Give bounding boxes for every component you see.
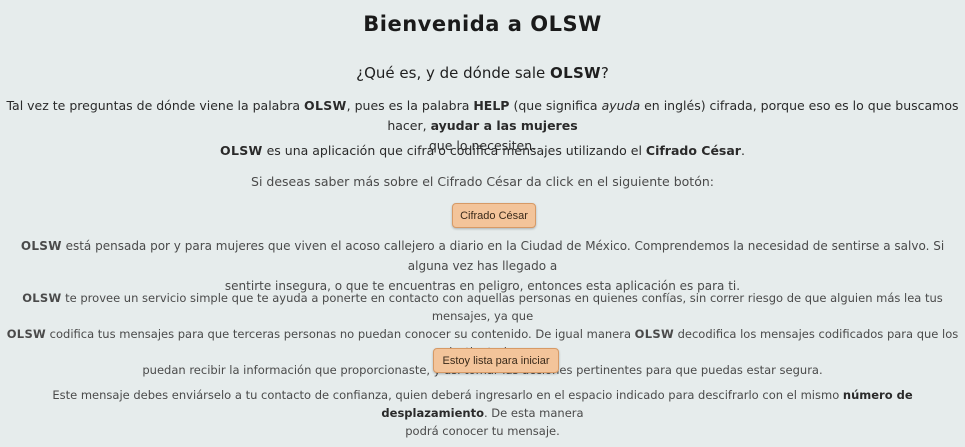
cifrado-cesar-button[interactable]: Cifrado César [452, 203, 536, 228]
brand-name: OLSW [22, 291, 62, 305]
service-text-line1: te provee un servicio simple que te ayud… [61, 291, 943, 323]
subtitle-brand: OLSW [550, 64, 601, 82]
brand-name: OLSW [304, 98, 347, 113]
footer-text-b: . De esta manera [484, 406, 584, 420]
about-text-line1: está pensada por y para mujeres que vive… [61, 239, 945, 273]
brand-name: OLSW [220, 143, 263, 158]
brand-name: OLSW [20, 239, 62, 253]
intro-text-b: , pues es la palabra [346, 98, 474, 113]
about-paragraph: OLSW está pensada por y para mujeres que… [0, 236, 965, 296]
welcome-page: Bienvenida a OLSW ¿Qué es, y de dónde sa… [0, 0, 965, 447]
intro-emphasis: ayudar a las mujeres [430, 118, 578, 133]
page-title: Bienvenida a OLSW [363, 12, 602, 36]
subtitle-text-post: ? [600, 64, 609, 82]
intro-text-a: Tal vez te preguntas de dónde viene la p… [6, 98, 305, 113]
brand-name: OLSW [6, 327, 47, 341]
ayuda-word: ayuda [601, 98, 641, 113]
app-text-a: es una aplicación que cifra o codifica m… [262, 143, 646, 158]
intro-paragraph-more: Si deseas saber más sobre el Cifrado Cés… [251, 174, 714, 189]
app-text-b: . [740, 143, 745, 158]
help-word: HELP [473, 98, 510, 113]
cifrado-cesar-emphasis: Cifrado César [645, 143, 741, 158]
subtitle-text-pre: ¿Qué es, y de dónde sale [356, 64, 551, 82]
page-subtitle: ¿Qué es, y de dónde sale OLSW? [0, 64, 965, 82]
footer-paragraph: Este mensaje debes enviárselo a tu conta… [0, 386, 965, 440]
intro-paragraph-app: OLSW es una aplicación que cifra o codif… [0, 141, 965, 161]
footer-text-a: Este mensaje debes enviárselo a tu conta… [52, 388, 843, 402]
start-button[interactable]: Estoy lista para iniciar [433, 348, 559, 373]
intro-text-c: (que significa [509, 98, 602, 113]
service-text-line2a: codifica tus mensajes para que terceras … [46, 327, 635, 341]
brand-name: OLSW [634, 327, 674, 341]
footer-text-line2: podrá conocer tu mensaje. [405, 424, 560, 438]
